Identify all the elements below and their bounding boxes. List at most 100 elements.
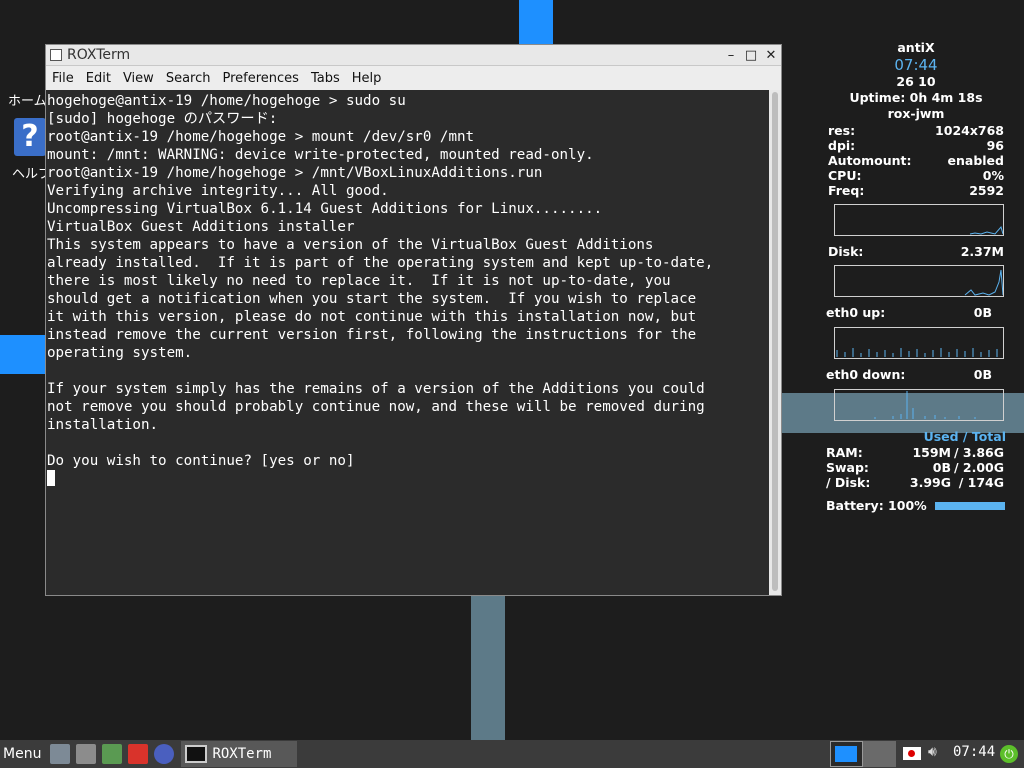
conky-swap-total: / 2.00G	[953, 460, 1004, 475]
maximize-button[interactable]: □	[741, 48, 761, 63]
conky-disk: 2.37M	[960, 244, 1004, 259]
terminal-line: already installed. If it is part of the …	[47, 255, 714, 271]
menu-view[interactable]: View	[117, 71, 160, 86]
conky-used-total-header: Used / Total	[923, 429, 1006, 444]
workspace-pager[interactable]	[830, 741, 896, 767]
conky-rootdisk-label: / Disk:	[826, 475, 871, 490]
start-menu-button[interactable]: Menu	[0, 746, 47, 762]
conky-ram-used: 159M	[912, 445, 951, 460]
conky-uptime: Uptime: 0h 4m 18s	[849, 90, 983, 105]
conky-battery-row: Battery: 100%	[826, 498, 1006, 513]
terminal-line: should get a notification when you start…	[47, 291, 697, 307]
volume-icon[interactable]: 🔊︎	[928, 744, 937, 760]
conky-monitor: antiX 07:44 26 10 Uptime: 0h 4m 18s rox-…	[826, 40, 1006, 513]
terminal-line: Verifying archive integrity... All good.	[47, 183, 389, 199]
conky-res-row: res: 1024x768	[826, 123, 1006, 138]
conky-freq-row: Freq: 2592	[826, 183, 1006, 198]
menu-search[interactable]: Search	[160, 71, 217, 86]
conky-date: 26 10	[896, 74, 936, 89]
window-title: ROXTerm	[67, 47, 131, 63]
terminal-line: root@antix-19 /home/hogehoge > mount /de…	[47, 129, 475, 145]
conky-eth-down: 0B	[973, 367, 992, 382]
conky-disk-label: Disk:	[828, 244, 864, 259]
desktop-decoration-bottom	[471, 596, 505, 740]
conky-rootdisk-used: 3.99G	[909, 475, 951, 490]
menu-edit[interactable]: Edit	[80, 71, 117, 86]
desktop-home-label[interactable]: ホーム	[8, 90, 46, 109]
window-titlebar[interactable]: ROXTerm – □ ✕	[46, 45, 781, 66]
conky-cpu-label: CPU:	[828, 168, 862, 183]
minimize-button[interactable]: –	[721, 48, 741, 63]
terminal-line: installation.	[47, 417, 159, 433]
conky-automount-row: Automount: enabled	[826, 153, 1006, 168]
terminal-line: there is most likely no need to replace …	[47, 273, 671, 289]
conky-battery-label: Battery: 100%	[826, 498, 927, 513]
terminal-line: instead remove the current version first…	[47, 327, 697, 343]
terminal-line: mount: /mnt: WARNING: device write-prote…	[47, 147, 594, 163]
conky-eth-up-label: eth0 up:	[826, 305, 886, 320]
conky-eth-up-row: eth0 up: 0B	[826, 305, 1006, 321]
workspace-1[interactable]	[830, 741, 863, 767]
desktop-help-label[interactable]: ヘルプ	[12, 163, 46, 182]
menu-help[interactable]: Help	[346, 71, 388, 86]
help-icon[interactable]: ?	[14, 118, 46, 156]
eth-up-graph	[834, 327, 1004, 359]
conky-dpi: 96	[986, 138, 1004, 153]
conky-swap-used: 0B	[932, 460, 951, 475]
conky-cpu-row: CPU: 0%	[826, 168, 1006, 183]
keyboard-layout-flag-icon[interactable]	[903, 747, 921, 760]
conky-automount-label: Automount:	[828, 153, 912, 168]
terminal-output: hogehoge@antix-19 /home/hogehoge > sudo …	[46, 90, 769, 488]
terminal-line: hogehoge@antix-19 /home/hogehoge > sudo …	[47, 93, 406, 109]
terminal-line: VirtualBox Guest Additions installer	[47, 219, 355, 235]
conky-ram-total: / 3.86G	[953, 445, 1004, 460]
taskbar-clock[interactable]: 07:44	[953, 744, 995, 760]
conky-cpu: 0%	[982, 168, 1004, 183]
terminal-line: [sudo] hogehoge のパスワード:	[47, 111, 278, 127]
disk-graph	[834, 265, 1004, 297]
terminal-line: it with this version, please do not cont…	[47, 309, 697, 325]
scrollbar-thumb[interactable]	[772, 92, 778, 591]
battery-level-bar	[934, 501, 1005, 510]
conky-disk-row: Disk: 2.37M	[826, 244, 1006, 259]
eth-down-graph	[834, 389, 1004, 421]
text-editor-icon[interactable]	[102, 744, 123, 764]
folder-icon[interactable]	[128, 744, 149, 764]
conky-eth-up: 0B	[973, 305, 992, 320]
terminal-line: If your system simply has the remains of…	[47, 381, 705, 397]
terminal-icon	[50, 49, 62, 61]
conky-rootdisk-total: / 174G	[958, 475, 1004, 490]
conky-dpi-label: dpi:	[828, 138, 856, 153]
terminal-area[interactable]: hogehoge@antix-19 /home/hogehoge > sudo …	[46, 90, 769, 595]
power-icon[interactable]: ⏻	[1000, 745, 1018, 763]
file-manager-icon[interactable]	[50, 744, 71, 764]
menu-file[interactable]: File	[46, 71, 80, 86]
menu-tabs[interactable]: Tabs	[305, 71, 346, 86]
conky-ram-label: RAM:	[826, 445, 863, 460]
terminal-cursor	[47, 470, 55, 486]
trash-icon[interactable]	[76, 744, 97, 764]
conky-res: 1024x768	[935, 123, 1004, 138]
conky-res-label: res:	[828, 123, 856, 138]
taskbar-task-label: ROXTerm	[212, 746, 272, 762]
roxterm-window[interactable]: ROXTerm – □ ✕ File Edit View Search Pref…	[45, 44, 782, 596]
taskbar-task-roxterm[interactable]: ROXTerm	[181, 741, 298, 767]
conky-eth-down-label: eth0 down:	[826, 367, 906, 382]
browser-icon[interactable]	[154, 744, 175, 764]
conky-time: 07:44	[894, 56, 938, 74]
cpu-graph	[834, 204, 1004, 236]
conky-eth-down-row: eth0 down: 0B	[826, 367, 1006, 383]
conky-distro: antiX	[897, 40, 935, 55]
conky-swap-label: Swap:	[826, 460, 869, 475]
terminal-line: operating system.	[47, 345, 193, 361]
terminal-icon	[185, 745, 208, 763]
workspace-2[interactable]	[863, 741, 896, 767]
conky-ram-row: RAM: 159M/ 3.86G	[826, 445, 1006, 460]
conky-wm: rox-jwm	[887, 106, 945, 121]
desktop-decoration-left	[0, 335, 46, 374]
menu-preferences[interactable]: Preferences	[216, 71, 304, 86]
conky-swap-row: Swap: 0B/ 2.00G	[826, 460, 1006, 475]
close-button[interactable]: ✕	[761, 48, 781, 63]
menu-bar: File Edit View Search Preferences Tabs H…	[46, 66, 781, 91]
terminal-scrollbar[interactable]	[769, 90, 781, 595]
